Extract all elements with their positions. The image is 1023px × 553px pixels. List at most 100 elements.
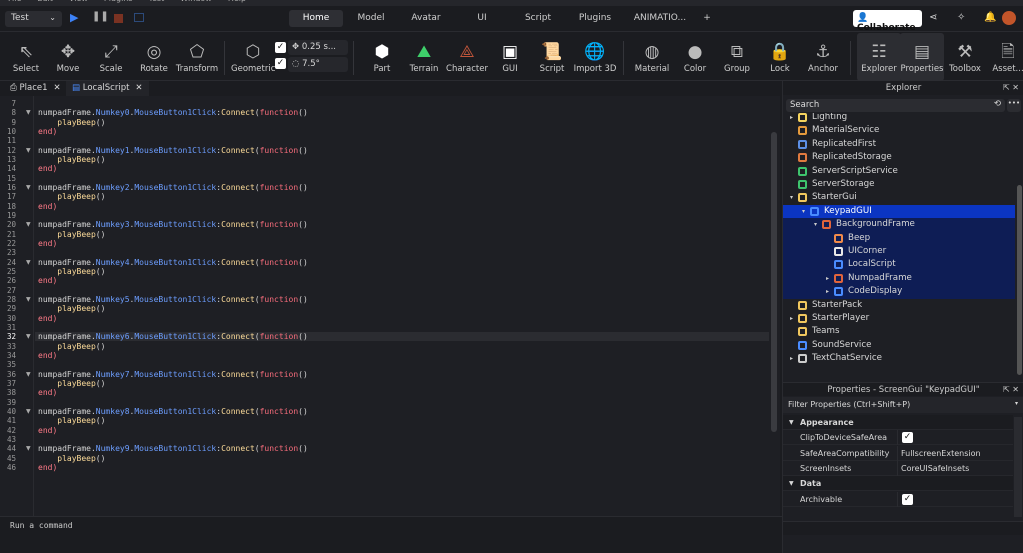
- stop-icon[interactable]: [114, 14, 123, 23]
- close-icon[interactable]: ✕: [54, 83, 61, 93]
- property-value[interactable]: FullscreenExtension: [901, 446, 981, 461]
- sparkle-icon[interactable]: ✧: [957, 12, 965, 23]
- code-line[interactable]: numpadFrame.Numkey8.MouseButton1Click:Co…: [38, 407, 308, 416]
- properties-button[interactable]: ▤ Properties: [900, 33, 944, 81]
- tab-home[interactable]: Home: [289, 10, 343, 27]
- explorer-item[interactable]: ▸ CodeDisplay: [783, 285, 1015, 299]
- code-line[interactable]: numpadFrame.Numkey5.MouseButton1Click:Co…: [38, 295, 308, 304]
- menu-item-edit[interactable]: Edit: [37, 0, 53, 3]
- command-bar[interactable]: Run a command: [0, 516, 782, 532]
- close-icon[interactable]: ⇱ ✕: [1003, 385, 1019, 394]
- code-line-end[interactable]: end): [38, 463, 57, 472]
- chevron-down-icon[interactable]: ▾: [802, 205, 805, 218]
- doc-tab-localscript[interactable]: ▤ LocalScript ✕: [66, 81, 149, 96]
- code-line[interactable]: playBeep(): [38, 454, 105, 463]
- explorer-item[interactable]: LocalScript: [783, 258, 1015, 272]
- property-row[interactable]: ClipToDeviceSafeArea ✓: [783, 430, 1013, 446]
- fold-arrow-icon[interactable]: ▼: [26, 259, 31, 266]
- collaborate-button[interactable]: 👤 Collaborate: [853, 10, 922, 33]
- property-row[interactable]: ScreenInsets CoreUISafeInsets: [783, 460, 1013, 476]
- properties-scrollbar[interactable]: [1014, 417, 1022, 517]
- property-row[interactable]: Archivable ✓: [783, 491, 1013, 507]
- material-button[interactable]: ◍ Material: [630, 33, 674, 81]
- code-line[interactable]: numpadFrame.Numkey2.MouseButton1Click:Co…: [38, 183, 308, 192]
- tab-avatar[interactable]: Avatar: [399, 10, 453, 27]
- scrollbar-thumb[interactable]: [771, 132, 777, 432]
- explorer-item[interactable]: ▸ TextChatService: [783, 352, 1015, 365]
- code-line-end[interactable]: end): [38, 127, 57, 136]
- code-line-end[interactable]: end): [38, 164, 57, 173]
- explorer-item[interactable]: Beep: [783, 231, 1015, 245]
- color-button[interactable]: ● Color: [673, 33, 717, 81]
- editor-scrollbar[interactable]: [769, 96, 779, 516]
- code-line-end[interactable]: end): [38, 388, 57, 397]
- chevron-right-icon[interactable]: ▸: [790, 352, 793, 365]
- code-line-end[interactable]: end): [38, 276, 57, 285]
- property-row[interactable]: SafeAreaCompatibility FullscreenExtension: [783, 445, 1013, 461]
- snap-rotate-checkbox[interactable]: ✓: [275, 58, 286, 69]
- chevron-right-icon[interactable]: ▸: [826, 285, 829, 298]
- explorer-item[interactable]: ReplicatedFirst: [783, 138, 1015, 151]
- chevron-down-icon[interactable]: ▼: [789, 476, 794, 491]
- explorer-item[interactable]: ServerStorage: [783, 178, 1015, 191]
- anchor-button[interactable]: ⚓ Anchor: [801, 33, 845, 81]
- more-options-button[interactable]: •••: [1007, 99, 1021, 112]
- fold-arrow-icon[interactable]: ▼: [26, 333, 31, 340]
- code-line[interactable]: playBeep(): [38, 379, 105, 388]
- terrain-button[interactable]: ⛰ Terrain: [402, 33, 446, 81]
- chevron-right-icon[interactable]: ▸: [790, 312, 793, 325]
- history-icon[interactable]: ⟲: [994, 99, 1001, 109]
- code-line[interactable]: numpadFrame.Numkey0.MouseButton1Click:Co…: [38, 108, 308, 117]
- code-line[interactable]: playBeep(): [38, 342, 105, 351]
- chevron-down-icon[interactable]: ▾: [1015, 400, 1018, 407]
- menu-item-view[interactable]: View: [69, 0, 88, 3]
- code-line[interactable]: playBeep(): [38, 267, 105, 276]
- pause-icon[interactable]: ❚❚: [92, 11, 109, 22]
- tab-model[interactable]: Model: [344, 10, 398, 27]
- group-button[interactable]: ⧉ Group: [715, 33, 759, 81]
- close-icon[interactable]: ✕: [135, 83, 142, 93]
- transform-button[interactable]: ⬠ Transform: [175, 33, 219, 81]
- tab-script[interactable]: Script: [511, 10, 565, 27]
- explorer-button[interactable]: ☷ Explorer: [857, 33, 901, 81]
- avatar[interactable]: [1002, 11, 1016, 25]
- code-line[interactable]: numpadFrame.Numkey4.MouseButton1Click:Co…: [38, 258, 308, 267]
- explorer-item[interactable]: ▾ StarterGui: [783, 191, 1015, 204]
- explorer-item[interactable]: MaterialService: [783, 124, 1015, 137]
- snap-move-checkbox[interactable]: ✓: [275, 42, 286, 53]
- close-icon[interactable]: ⇱ ✕: [1003, 83, 1019, 92]
- fold-arrow-icon[interactable]: ▼: [26, 147, 31, 154]
- fold-arrow-icon[interactable]: ▼: [26, 445, 31, 452]
- script-button[interactable]: 📜 Script: [530, 33, 574, 81]
- explorer-item[interactable]: ▸ NumpadFrame: [783, 271, 1015, 286]
- tab-ui[interactable]: UI: [455, 10, 509, 27]
- share-icon[interactable]: ⋖: [929, 12, 937, 23]
- menu-item-help[interactable]: Help: [228, 0, 246, 3]
- geometric-button[interactable]: ⬡ Geometric: [231, 33, 275, 81]
- explorer-item[interactable]: StarterPack: [783, 299, 1015, 312]
- tab-plugins[interactable]: Plugins: [568, 10, 622, 27]
- snap-rotate-field[interactable]: ◌ 7.5°: [288, 57, 348, 72]
- menu-item-file[interactable]: File: [8, 0, 21, 3]
- explorer-item[interactable]: ▾ BackgroundFrame: [783, 218, 1015, 232]
- fold-arrow-icon[interactable]: ▼: [26, 408, 31, 415]
- gui-button[interactable]: ▣ GUI: [488, 33, 532, 81]
- tab-[interactable]: +: [700, 10, 714, 27]
- rotate-button[interactable]: ◎ Rotate: [132, 33, 176, 81]
- snap-move-field[interactable]: ✥ 0.25 s...: [288, 40, 348, 55]
- code-line-end[interactable]: end): [38, 314, 57, 323]
- code-line[interactable]: numpadFrame.Numkey6.MouseButton1Click:Co…: [38, 332, 308, 341]
- filter-properties-input[interactable]: Filter Properties (Ctrl+Shift+P) ▾: [783, 397, 1023, 413]
- explorer-scrollbar[interactable]: [1017, 185, 1022, 375]
- explorer-item[interactable]: UICorner: [783, 245, 1015, 259]
- property-category[interactable]: ▼ Appearance: [783, 415, 1013, 430]
- menu-item-plugins[interactable]: Plugins: [104, 0, 133, 3]
- doc-tab-place1[interactable]: ⎙ Place1 ✕: [4, 81, 67, 96]
- chevron-down-icon[interactable]: ▼: [789, 415, 794, 430]
- character-button[interactable]: ⟁ Character: [445, 33, 489, 81]
- code-line[interactable]: numpadFrame.Numkey1.MouseButton1Click:Co…: [38, 146, 308, 155]
- code-line-end[interactable]: end): [38, 351, 57, 360]
- tab-animatio[interactable]: ANIMATIO...: [625, 10, 695, 27]
- import-3d-button[interactable]: 🌐 Import 3D: [573, 33, 617, 81]
- property-value[interactable]: CoreUISafeInsets: [901, 461, 969, 476]
